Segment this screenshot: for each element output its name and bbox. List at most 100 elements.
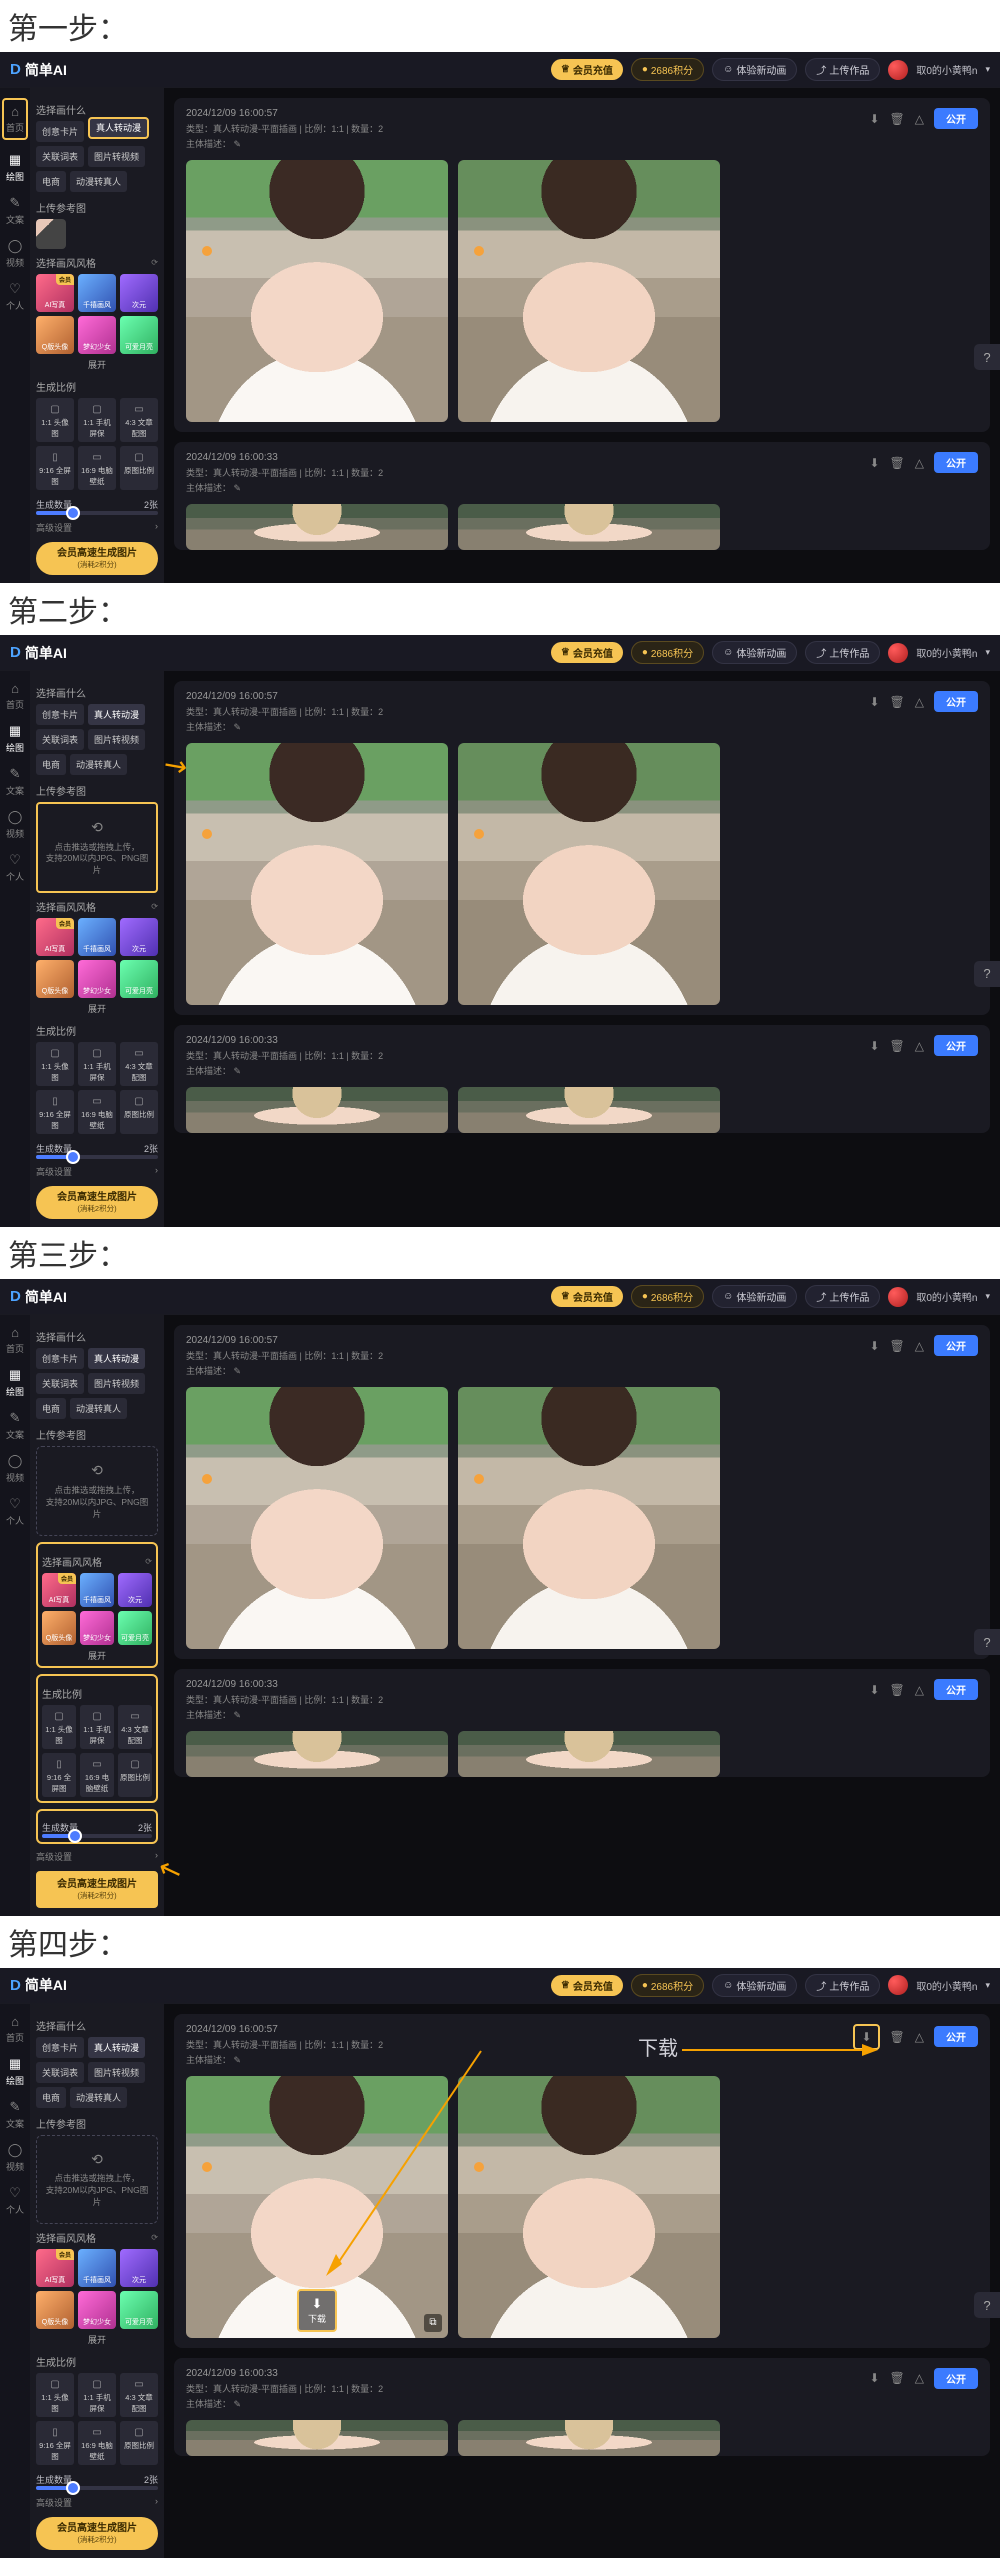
card-meta: 类型：真人转动漫-平面插画 | 比例：1:1 | 数量：2 (186, 122, 861, 135)
card-body: 主体描述： ✎ (186, 481, 861, 494)
ratio-option[interactable]: ▢1:1 手机屏保 (78, 398, 116, 442)
warning-icon[interactable]: △ (915, 2030, 924, 2044)
result-image[interactable] (458, 504, 720, 550)
help-button[interactable]: ? (974, 961, 1000, 987)
help-button[interactable]: ? (974, 1629, 1000, 1655)
result-image[interactable] (186, 504, 448, 550)
tab-real2anime[interactable]: 真人转动漫 (88, 704, 145, 725)
tab-ecom[interactable]: 电商 (36, 171, 66, 192)
card-meta: 类型：真人转动漫-平面插画 | 比例：1:1 | 数量：2 (186, 466, 861, 479)
help-button[interactable]: ? (974, 344, 1000, 370)
style-item[interactable]: 可爱月亮 (120, 316, 158, 354)
generate-button[interactable]: 会员高速生成图片(消耗2积分) (36, 1186, 158, 1219)
upload-works-button[interactable]: ⤴ 上传作品 (805, 58, 880, 81)
credits-pill[interactable]: ● 2686积分 (631, 641, 704, 664)
credits-pill[interactable]: ● 2686积分 (631, 58, 704, 81)
tab-card[interactable]: 创意卡片 (36, 704, 84, 725)
warning-icon[interactable]: △ (915, 695, 924, 709)
tab-anime2real[interactable]: 动漫转真人 (70, 754, 127, 775)
download-label: 下载 (638, 2032, 678, 2061)
copy-icon[interactable]: ⧉ (424, 2314, 442, 2332)
app-step3: D简单AI ♕ 会员充值 ● 2686积分 ☺ 体验新动画 ⤴ 上传作品 取0的… (0, 1279, 1000, 1915)
ratio-option[interactable]: ▢1:1 头像图 (36, 398, 74, 442)
tab-ecom[interactable]: 电商 (36, 754, 66, 775)
download-icon[interactable]: ⬇ (869, 112, 879, 126)
vip-button[interactable]: ♕ 会员充值 (551, 59, 623, 80)
card-time: 2024/12/09 16:00:57 (186, 108, 861, 119)
ratio-option[interactable]: ▢原图比例 (120, 446, 158, 490)
rail-me[interactable]: ♡个人 (6, 281, 24, 312)
step-heading: 第二步： (0, 583, 1000, 635)
result-image[interactable] (458, 160, 720, 422)
style-item[interactable]: Q版头像 (36, 316, 74, 354)
tab-anime2real[interactable]: 动漫转真人 (70, 171, 127, 192)
download-overlay[interactable]: ⬇下载 (297, 2289, 337, 2332)
generation-card: 2024/12/09 16:00:33 类型：真人转动漫-平面插画 | 比例：1… (174, 442, 990, 550)
rail-home[interactable]: ⌂首页 (2, 98, 28, 140)
generate-button[interactable]: 会员高速生成图片(消耗2积分) (36, 542, 158, 575)
style-item[interactable]: 次元 (120, 274, 158, 312)
trash-icon[interactable]: 🗑 (890, 2030, 905, 2044)
tab-card[interactable]: 创意卡片 (36, 121, 84, 142)
tab-related[interactable]: 关联词表 (36, 146, 84, 167)
chevron-down-icon[interactable]: ▾ (985, 64, 990, 75)
tab-related[interactable]: 关联词表 (36, 729, 84, 750)
trash-icon[interactable]: 🗑 (890, 456, 905, 470)
topbar: D简单AI ♕ 会员充值 ● 2686积分 ☺ 体验新动画 ⤴ 上传作品 取0的… (0, 52, 1000, 88)
rail-home[interactable]: ⌂首页 (6, 681, 24, 711)
left-rail: ⌂首页 ▦绘图 ✎文案 ◯视频 ♡个人 (0, 88, 30, 583)
generate-button[interactable]: 会员高速生成图片(消耗2积分) (36, 2517, 158, 2550)
style-title: 选择画风风格⟳ (36, 255, 158, 270)
count-slider[interactable] (36, 511, 158, 515)
download-icon[interactable]: ⬇ (869, 456, 879, 470)
rail-draw[interactable]: ▦绘图 (6, 152, 24, 183)
publish-button[interactable]: 公开 (934, 108, 978, 129)
style-item[interactable]: 会员AI写真 (36, 274, 74, 312)
count-value: 2张 (144, 498, 158, 511)
step-heading: 第四步： (0, 1916, 1000, 1968)
ratio-option[interactable]: ▯9:16 全屏图 (36, 446, 74, 490)
rail-video[interactable]: ◯视频 (6, 809, 24, 840)
logo: D简单AI (10, 60, 67, 80)
what-title: 选择画什么 (36, 102, 158, 117)
ratio-option[interactable]: ▭4:3 文章配图 (120, 398, 158, 442)
trash-icon[interactable]: 🗑 (890, 112, 905, 126)
upload-works-button[interactable]: ⤴ 上传作品 (805, 641, 880, 664)
app-step2: D简单AI ♕ 会员充值 ● 2686积分 ☺ 体验新动画 ⤴ 上传作品 取0的… (0, 635, 1000, 1227)
upload-icon: ⟲ (44, 818, 150, 838)
result-image[interactable] (186, 160, 448, 422)
rail-copy[interactable]: ✎文案 (6, 766, 24, 797)
generate-button[interactable]: 会员高速生成图片(消耗2积分) (36, 1871, 158, 1908)
rail-video[interactable]: ◯视频 (6, 238, 24, 269)
warning-icon[interactable]: △ (915, 112, 924, 126)
avatar[interactable] (888, 60, 908, 80)
vip-button[interactable]: ♕ 会员充值 (551, 642, 623, 663)
tab-img2vid[interactable]: 图片转视频 (88, 146, 145, 167)
style-item[interactable]: 千禧画风 (78, 274, 116, 312)
generation-card: 2024/12/09 16:00:57 类型：真人转动漫-平面插画 | 比例：1… (174, 98, 990, 432)
tips-button[interactable]: ☺ 体验新动画 (712, 58, 797, 81)
highlight-arrow (682, 2040, 882, 2060)
publish-button[interactable]: 公开 (934, 452, 978, 473)
expand-styles[interactable]: 展开 (36, 358, 158, 371)
warning-icon[interactable]: △ (915, 456, 924, 470)
ratios-grid: ▢1:1 头像图 ▢1:1 手机屏保 ▭4:3 文章配图 ▯9:16 全屏图 ▭… (36, 398, 158, 490)
step-heading: 第三步： (0, 1227, 1000, 1279)
tips-button[interactable]: ☺ 体验新动画 (712, 641, 797, 664)
download-icon[interactable]: ⬇ (869, 695, 879, 709)
styles-grid: 会员AI写真 千禧画风 次元 Q版头像 梦幻少女 可爱月亮 (36, 274, 158, 354)
tab-img2vid[interactable]: 图片转视频 (88, 729, 145, 750)
rail-me[interactable]: ♡个人 (6, 852, 24, 883)
upload-title: 上传参考图 (36, 200, 158, 215)
rail-draw[interactable]: ▦绘图 (6, 723, 24, 754)
advanced-toggle[interactable]: 高级设置› (36, 521, 158, 534)
trash-icon[interactable]: 🗑 (890, 695, 905, 709)
upload-area[interactable]: ⟲ 点击推选或拖拽上传，支持20M以内JPG、PNG图片 (36, 802, 158, 893)
tab-real2anime[interactable]: 真人转动漫 (88, 117, 149, 139)
rail-copy[interactable]: ✎文案 (6, 195, 24, 226)
uploaded-thumb[interactable] (36, 219, 66, 249)
ratio-option[interactable]: ▭16:9 电脑壁纸 (78, 446, 116, 490)
topbar-right: ♕ 会员充值 ● 2686积分 ☺ 体验新动画 ⤴ 上传作品 取0的小黄鸭n ▾ (551, 58, 990, 81)
help-button[interactable]: ? (974, 2292, 1000, 2318)
style-item[interactable]: 梦幻少女 (78, 316, 116, 354)
